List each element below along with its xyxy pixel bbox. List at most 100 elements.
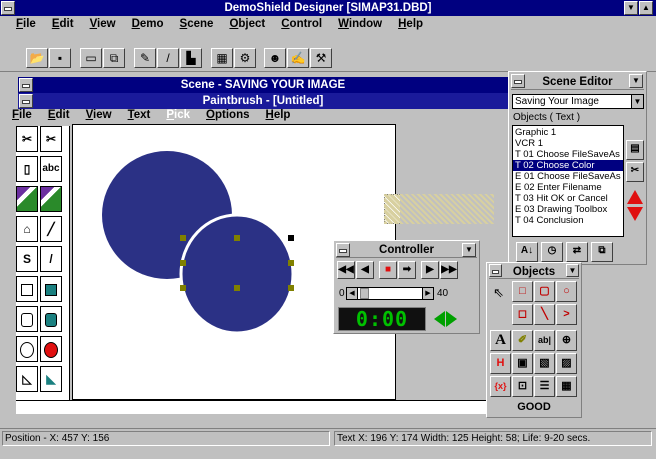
save-icon[interactable]: ▪	[49, 48, 71, 68]
filled-circle-icon[interactable]	[40, 336, 62, 362]
reorder-arrows-icon[interactable]	[627, 190, 643, 224]
main-menu-edit[interactable]: Edit	[44, 17, 82, 32]
brush-icon[interactable]: ╱	[40, 216, 62, 242]
selection-handle[interactable]	[288, 235, 294, 241]
paint-system-menu-icon[interactable]	[19, 94, 33, 108]
system-menu-icon[interactable]	[1, 1, 15, 15]
stop-icon[interactable]: ■	[379, 261, 397, 279]
edit-icon[interactable]: ✎	[134, 48, 156, 68]
scissors-icon[interactable]: ✂	[16, 126, 38, 152]
line-icon[interactable]: /	[40, 246, 62, 272]
open-icon[interactable]: 📂	[26, 48, 48, 68]
edit-field-tool-icon[interactable]: ab|	[534, 330, 555, 351]
paint-menu-edit[interactable]: Edit	[40, 108, 78, 122]
list-tool-icon[interactable]: ☰	[534, 376, 555, 397]
fast-forward-icon[interactable]: ▶▶	[440, 261, 458, 279]
polyline-tool-icon[interactable]: >	[556, 304, 577, 325]
object-list-item[interactable]: E 02 Enter Filename	[513, 182, 623, 193]
direction-toggle-icon[interactable]	[434, 309, 458, 329]
object-list-item[interactable]: T 04 Conclusion	[513, 215, 623, 226]
step-forward-icon[interactable]: ▶	[421, 261, 439, 279]
ellipse-tool-icon[interactable]: ○	[556, 281, 577, 302]
filled-rounded-box-icon[interactable]	[40, 306, 62, 332]
picture-tool-icon[interactable]: ▧	[534, 353, 555, 374]
object-list-item[interactable]: T 01 Choose FileSaveAs	[513, 149, 623, 160]
maximize-icon[interactable]: ▲	[639, 1, 653, 15]
scene-editor-system-icon[interactable]	[511, 74, 525, 88]
zoom-tool-icon[interactable]: ▨	[556, 353, 577, 374]
window-icon[interactable]: ▭	[80, 48, 102, 68]
film-tool-icon[interactable]: ▦	[556, 376, 577, 397]
spray-icon[interactable]: ▯	[16, 156, 38, 182]
chevron-down-icon[interactable]: ▼	[631, 95, 643, 108]
polygon-icon[interactable]: ◺	[16, 366, 38, 392]
variable-tool-icon[interactable]: {x}	[490, 376, 511, 397]
hyperlink-tool-icon[interactable]: H	[490, 353, 511, 374]
settings-icon[interactable]: ⚙	[234, 48, 256, 68]
hand-edit-icon[interactable]: ✍	[287, 48, 309, 68]
scissors-select-icon[interactable]: ✂	[40, 126, 62, 152]
curve-icon[interactable]: S	[16, 246, 38, 272]
box-icon[interactable]	[16, 276, 38, 302]
main-menu-scene[interactable]: Scene	[172, 17, 222, 32]
paint-menu-options[interactable]: Options	[198, 108, 257, 122]
paint-menu-help[interactable]: Help	[258, 108, 299, 122]
circle-icon[interactable]	[16, 336, 38, 362]
rewind-icon[interactable]: ◀◀	[337, 261, 355, 279]
chart-icon[interactable]: ▙	[180, 48, 202, 68]
people-icon[interactable]: ☻	[264, 48, 286, 68]
paint-menu-pick[interactable]: Pick	[158, 108, 198, 122]
pointer-icon[interactable]: ⇖	[493, 285, 504, 301]
scene-system-menu-icon[interactable]	[19, 78, 33, 92]
rectangle-tool-icon[interactable]: □	[512, 281, 533, 302]
eraser-icon[interactable]	[40, 186, 62, 212]
minimize-icon[interactable]: ▼	[624, 1, 638, 15]
layers-icon[interactable]: ⧉	[591, 242, 613, 262]
hotspot-tool-icon[interactable]: ⊕	[556, 330, 577, 351]
selection-handle[interactable]	[180, 235, 186, 241]
slider-right-icon[interactable]: ▶	[422, 288, 433, 299]
selection-handle[interactable]	[288, 260, 294, 266]
rounded-rect-tool-icon[interactable]: ▢	[534, 281, 555, 302]
selection-handle[interactable]	[288, 285, 294, 291]
controller-dropdown-icon[interactable]: ▼	[462, 243, 476, 257]
properties-icon[interactable]: ▤	[626, 140, 644, 160]
objects-list[interactable]: Graphic 1 VCR 1T 01 Choose FileSaveAs T 02…	[512, 125, 624, 237]
text-icon[interactable]: abc	[40, 156, 62, 182]
objects-dropdown-icon[interactable]: ▼	[566, 264, 579, 277]
slider-left-icon[interactable]: ◀	[347, 288, 358, 299]
scene-select[interactable]: Saving Your Image ▼	[512, 94, 644, 109]
paint-menu-file[interactable]: File	[4, 108, 40, 122]
selection-handle[interactable]	[234, 235, 240, 241]
scene-editor-dropdown-icon[interactable]: ▼	[629, 74, 643, 88]
main-menu-view[interactable]: View	[82, 17, 124, 32]
image-tool-icon[interactable]: ▣	[512, 353, 533, 374]
controller-system-icon[interactable]	[336, 243, 350, 257]
main-menu-help[interactable]: Help	[390, 17, 431, 32]
clock-icon[interactable]: ◷	[541, 242, 563, 262]
color-eraser-icon[interactable]	[16, 186, 38, 212]
selection-handle[interactable]	[180, 285, 186, 291]
grid-icon[interactable]: ▦	[211, 48, 233, 68]
paint-menu-view[interactable]: View	[78, 108, 120, 122]
main-menu-control[interactable]: Control	[273, 17, 330, 32]
selection-handle[interactable]	[234, 285, 240, 291]
slider-thumb[interactable]	[360, 288, 369, 299]
object-list-item[interactable]: Graphic 1	[513, 127, 623, 138]
paint-roller-icon[interactable]: ⌂	[16, 216, 38, 242]
step-back-icon[interactable]: ◀	[356, 261, 374, 279]
object-list-item[interactable]: VCR 1	[513, 138, 623, 149]
selection-handle[interactable]	[180, 260, 186, 266]
rounded-box-icon[interactable]	[16, 306, 38, 332]
tool-icon[interactable]: ⚒	[310, 48, 332, 68]
timeline-slider[interactable]: ◀ ▶	[346, 287, 434, 300]
objects-system-icon[interactable]	[489, 264, 502, 277]
main-menu-window[interactable]: Window	[330, 17, 390, 32]
object-list-item[interactable]: E 03 Drawing Toolbox	[513, 204, 623, 215]
main-menu-demo[interactable]: Demo	[124, 17, 172, 32]
main-menu-object[interactable]: Object	[221, 17, 273, 32]
filled-box-icon[interactable]	[40, 276, 62, 302]
marker-tool-icon[interactable]: ✐	[512, 330, 533, 351]
pen-icon[interactable]: /	[157, 48, 179, 68]
polygon-tool-icon[interactable]: ◻	[512, 304, 533, 325]
